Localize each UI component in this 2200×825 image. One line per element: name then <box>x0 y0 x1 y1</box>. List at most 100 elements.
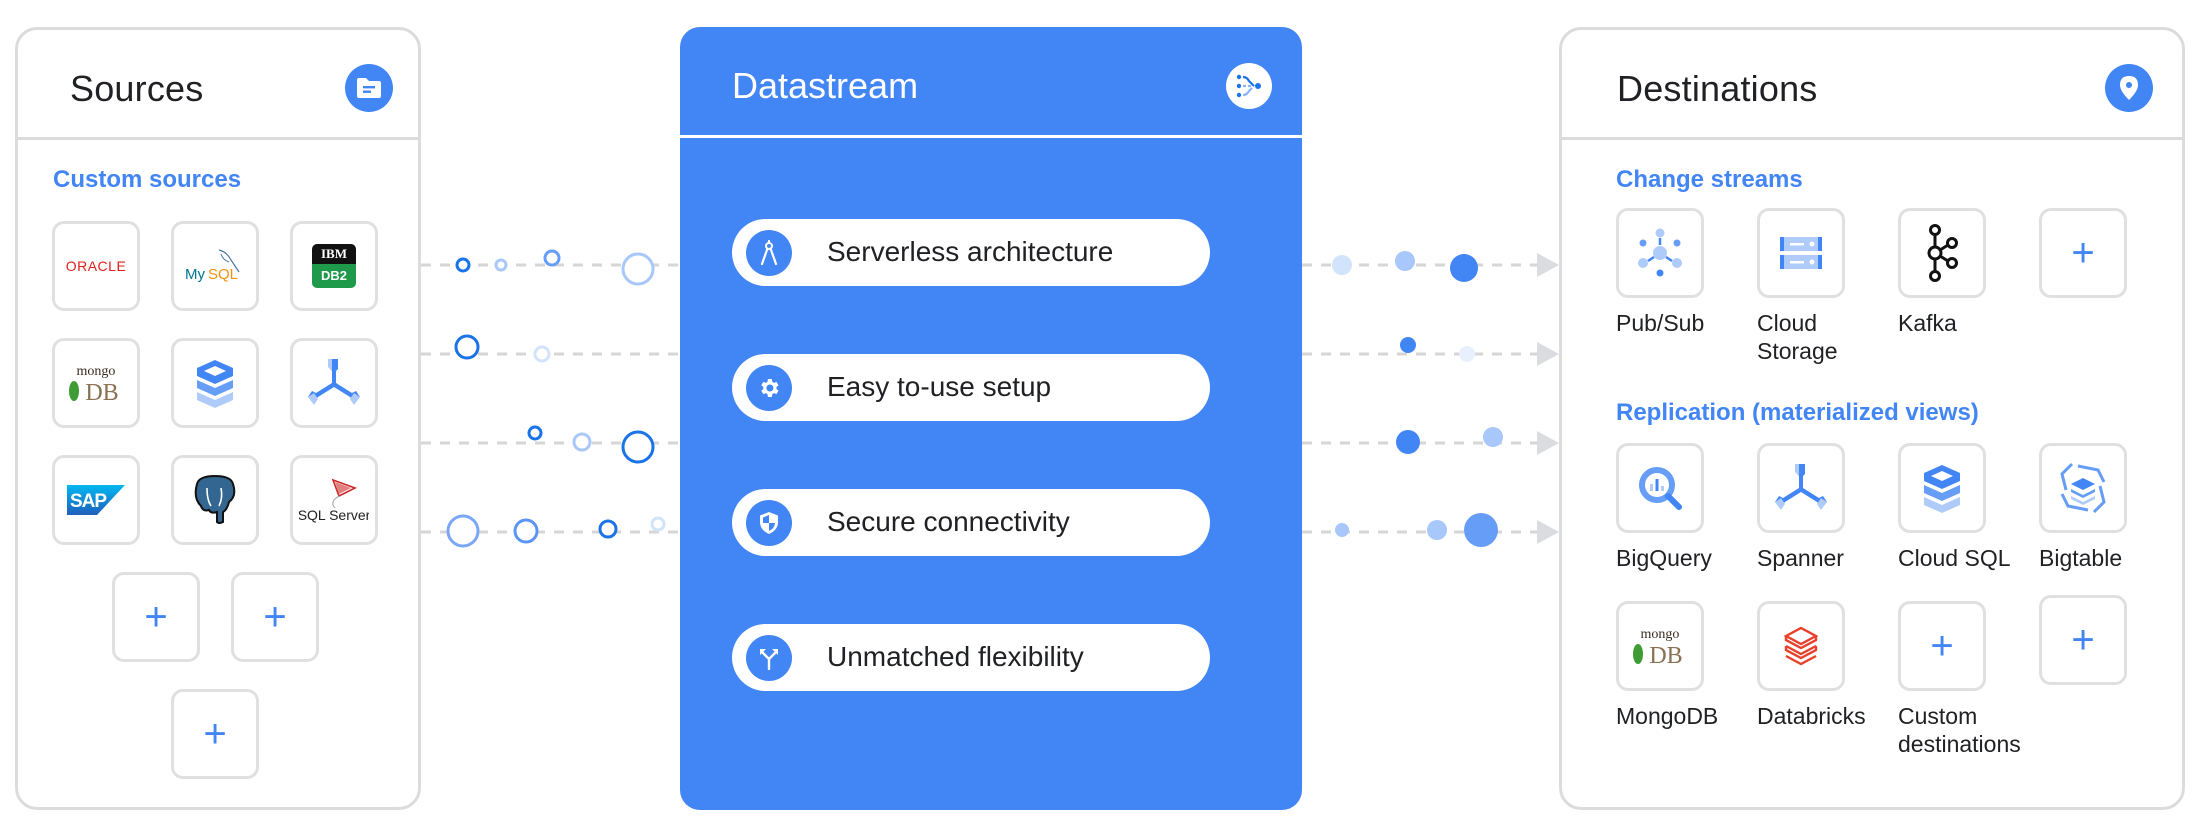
cloud-sql-icon <box>197 360 233 408</box>
compass-icon <box>746 230 792 276</box>
dest-bigtable[interactable] <box>2039 443 2127 533</box>
sources-header: Sources <box>18 30 418 140</box>
spanner-icon <box>1775 464 1827 510</box>
feature-label: Serverless architecture <box>827 236 1114 267</box>
dest-cloud-sql[interactable] <box>1898 443 1986 533</box>
arrow-head <box>1537 520 1559 544</box>
svg-text:mongo: mongo <box>77 364 116 379</box>
ibm-db2-logo: IBM DB2 <box>312 244 356 288</box>
svg-text:SQL Server: SQL Server <box>299 507 369 523</box>
folder-icon <box>345 64 393 112</box>
arrow-head <box>1537 342 1559 366</box>
flow-particle <box>527 425 543 441</box>
add-source-button[interactable]: + <box>171 689 259 779</box>
fork-arrows-icon <box>746 635 792 681</box>
dest-spanner[interactable] <box>1757 443 1845 533</box>
svg-text:My: My <box>185 266 205 283</box>
dest-label: Custom destinations <box>1898 703 2021 757</box>
flow-particle <box>1483 427 1503 447</box>
flow-particle <box>455 257 471 273</box>
add-change-stream-button[interactable]: + <box>2039 208 2127 298</box>
dest-label: Kafka <box>1898 310 1957 336</box>
dest-label: MongoDB <box>1616 703 1719 729</box>
plus-icon: + <box>2071 618 2095 662</box>
feature-label: Easy to-use setup <box>827 371 1052 402</box>
source-ibm-db2[interactable]: IBM DB2 <box>290 221 378 311</box>
plus-icon: + <box>1930 624 1954 668</box>
source-mongodb[interactable]: mongo DB <box>52 338 140 428</box>
source-postgresql[interactable] <box>171 455 259 545</box>
source-mysql[interactable]: My SQL <box>171 221 259 311</box>
change-streams-label: Change streams <box>1616 166 1803 193</box>
flow-particle <box>513 518 539 544</box>
dest-cloud-storage[interactable] <box>1757 208 1845 298</box>
bigquery-icon <box>1639 467 1682 510</box>
oracle-logo: ORACLE <box>66 258 126 274</box>
dest-databricks[interactable] <box>1757 601 1845 691</box>
dest-label: BigQuery <box>1616 545 1712 571</box>
dest-pubsub[interactable] <box>1616 208 1704 298</box>
dest-kafka[interactable] <box>1898 208 1986 298</box>
source-oracle[interactable]: ORACLE <box>52 221 140 311</box>
svg-text:mongo: mongo <box>1641 627 1680 642</box>
feature-secure-connectivity: Secure connectivity <box>732 489 1210 556</box>
add-source-button[interactable]: + <box>112 572 200 662</box>
gear-icon <box>746 365 792 411</box>
flow-particle <box>1395 251 1415 271</box>
source-spanner[interactable] <box>290 338 378 428</box>
feature-label: Unmatched flexibility <box>827 641 1084 672</box>
sap-logo: SAP <box>67 485 125 515</box>
flow-particle <box>494 258 508 272</box>
arrow-head <box>1537 431 1559 455</box>
feature-serverless: Serverless architecture <box>732 219 1210 286</box>
feature-flexibility: Unmatched flexibility <box>732 624 1210 691</box>
flow-particle <box>1450 254 1478 282</box>
svg-text:DB: DB <box>1649 643 1682 668</box>
dest-label: Bigtable <box>2039 545 2123 571</box>
dest-label: Spanner <box>1757 545 1844 571</box>
replication-label: Replication (materialized views) <box>1616 399 1979 426</box>
sources-panel: Sources Custom sources ORACLE My SQL IBM … <box>15 27 421 810</box>
flow-particle <box>1459 346 1475 362</box>
feature-easy-setup: Easy to-use setup <box>732 354 1210 421</box>
flow-particle <box>1464 513 1498 547</box>
dest-custom-destinations[interactable]: + <box>1898 601 1986 691</box>
source-sap[interactable]: SAP <box>52 455 140 545</box>
plus-icon: + <box>263 595 287 639</box>
flow-particle <box>543 249 561 267</box>
flow-particle <box>1332 255 1352 275</box>
flow-particle <box>1335 523 1349 537</box>
dest-label: Pub/Sub <box>1616 310 1705 336</box>
dest-label: Cloud Storage <box>1757 310 1838 364</box>
flow-particle <box>621 252 655 286</box>
destinations-title: Destinations <box>1617 68 1818 109</box>
kafka-icon <box>1927 224 1958 282</box>
cloud-sql-icon <box>1924 465 1960 513</box>
svg-text:SQL: SQL <box>208 266 238 283</box>
flow-particle <box>650 516 666 532</box>
destinations-header: Destinations <box>1562 30 2182 140</box>
plus-icon: + <box>2071 231 2095 275</box>
flow-particle <box>621 430 655 464</box>
databricks-icon <box>1784 626 1818 666</box>
bigtable-icon <box>2060 462 2106 514</box>
dest-label: Cloud SQL <box>1898 545 2011 571</box>
flow-particle <box>533 345 551 363</box>
flow-particle <box>1396 430 1420 454</box>
add-replication-button[interactable]: + <box>2039 595 2127 685</box>
flow-particle <box>572 432 592 452</box>
source-cloud-sql[interactable] <box>171 338 259 428</box>
dest-bigquery[interactable] <box>1616 443 1704 533</box>
pubsub-icon <box>1638 228 1682 277</box>
mongodb-logo: mongoDB <box>1633 627 1683 668</box>
custom-sources-label: Custom sources <box>53 166 242 193</box>
source-sql-server[interactable]: SQL Server <box>290 455 378 545</box>
shield-icon <box>746 500 792 546</box>
sql-server-logo: SQL Server <box>299 478 369 523</box>
dest-mongodb[interactable]: mongo DB <box>1616 601 1704 691</box>
flow-particle <box>598 519 618 539</box>
add-source-button[interactable]: + <box>231 572 319 662</box>
dest-label: Databricks <box>1757 703 1866 729</box>
datastream-title: Datastream <box>732 65 919 106</box>
datastream-panel: Datastream Serverless architecture Easy … <box>680 27 1302 810</box>
